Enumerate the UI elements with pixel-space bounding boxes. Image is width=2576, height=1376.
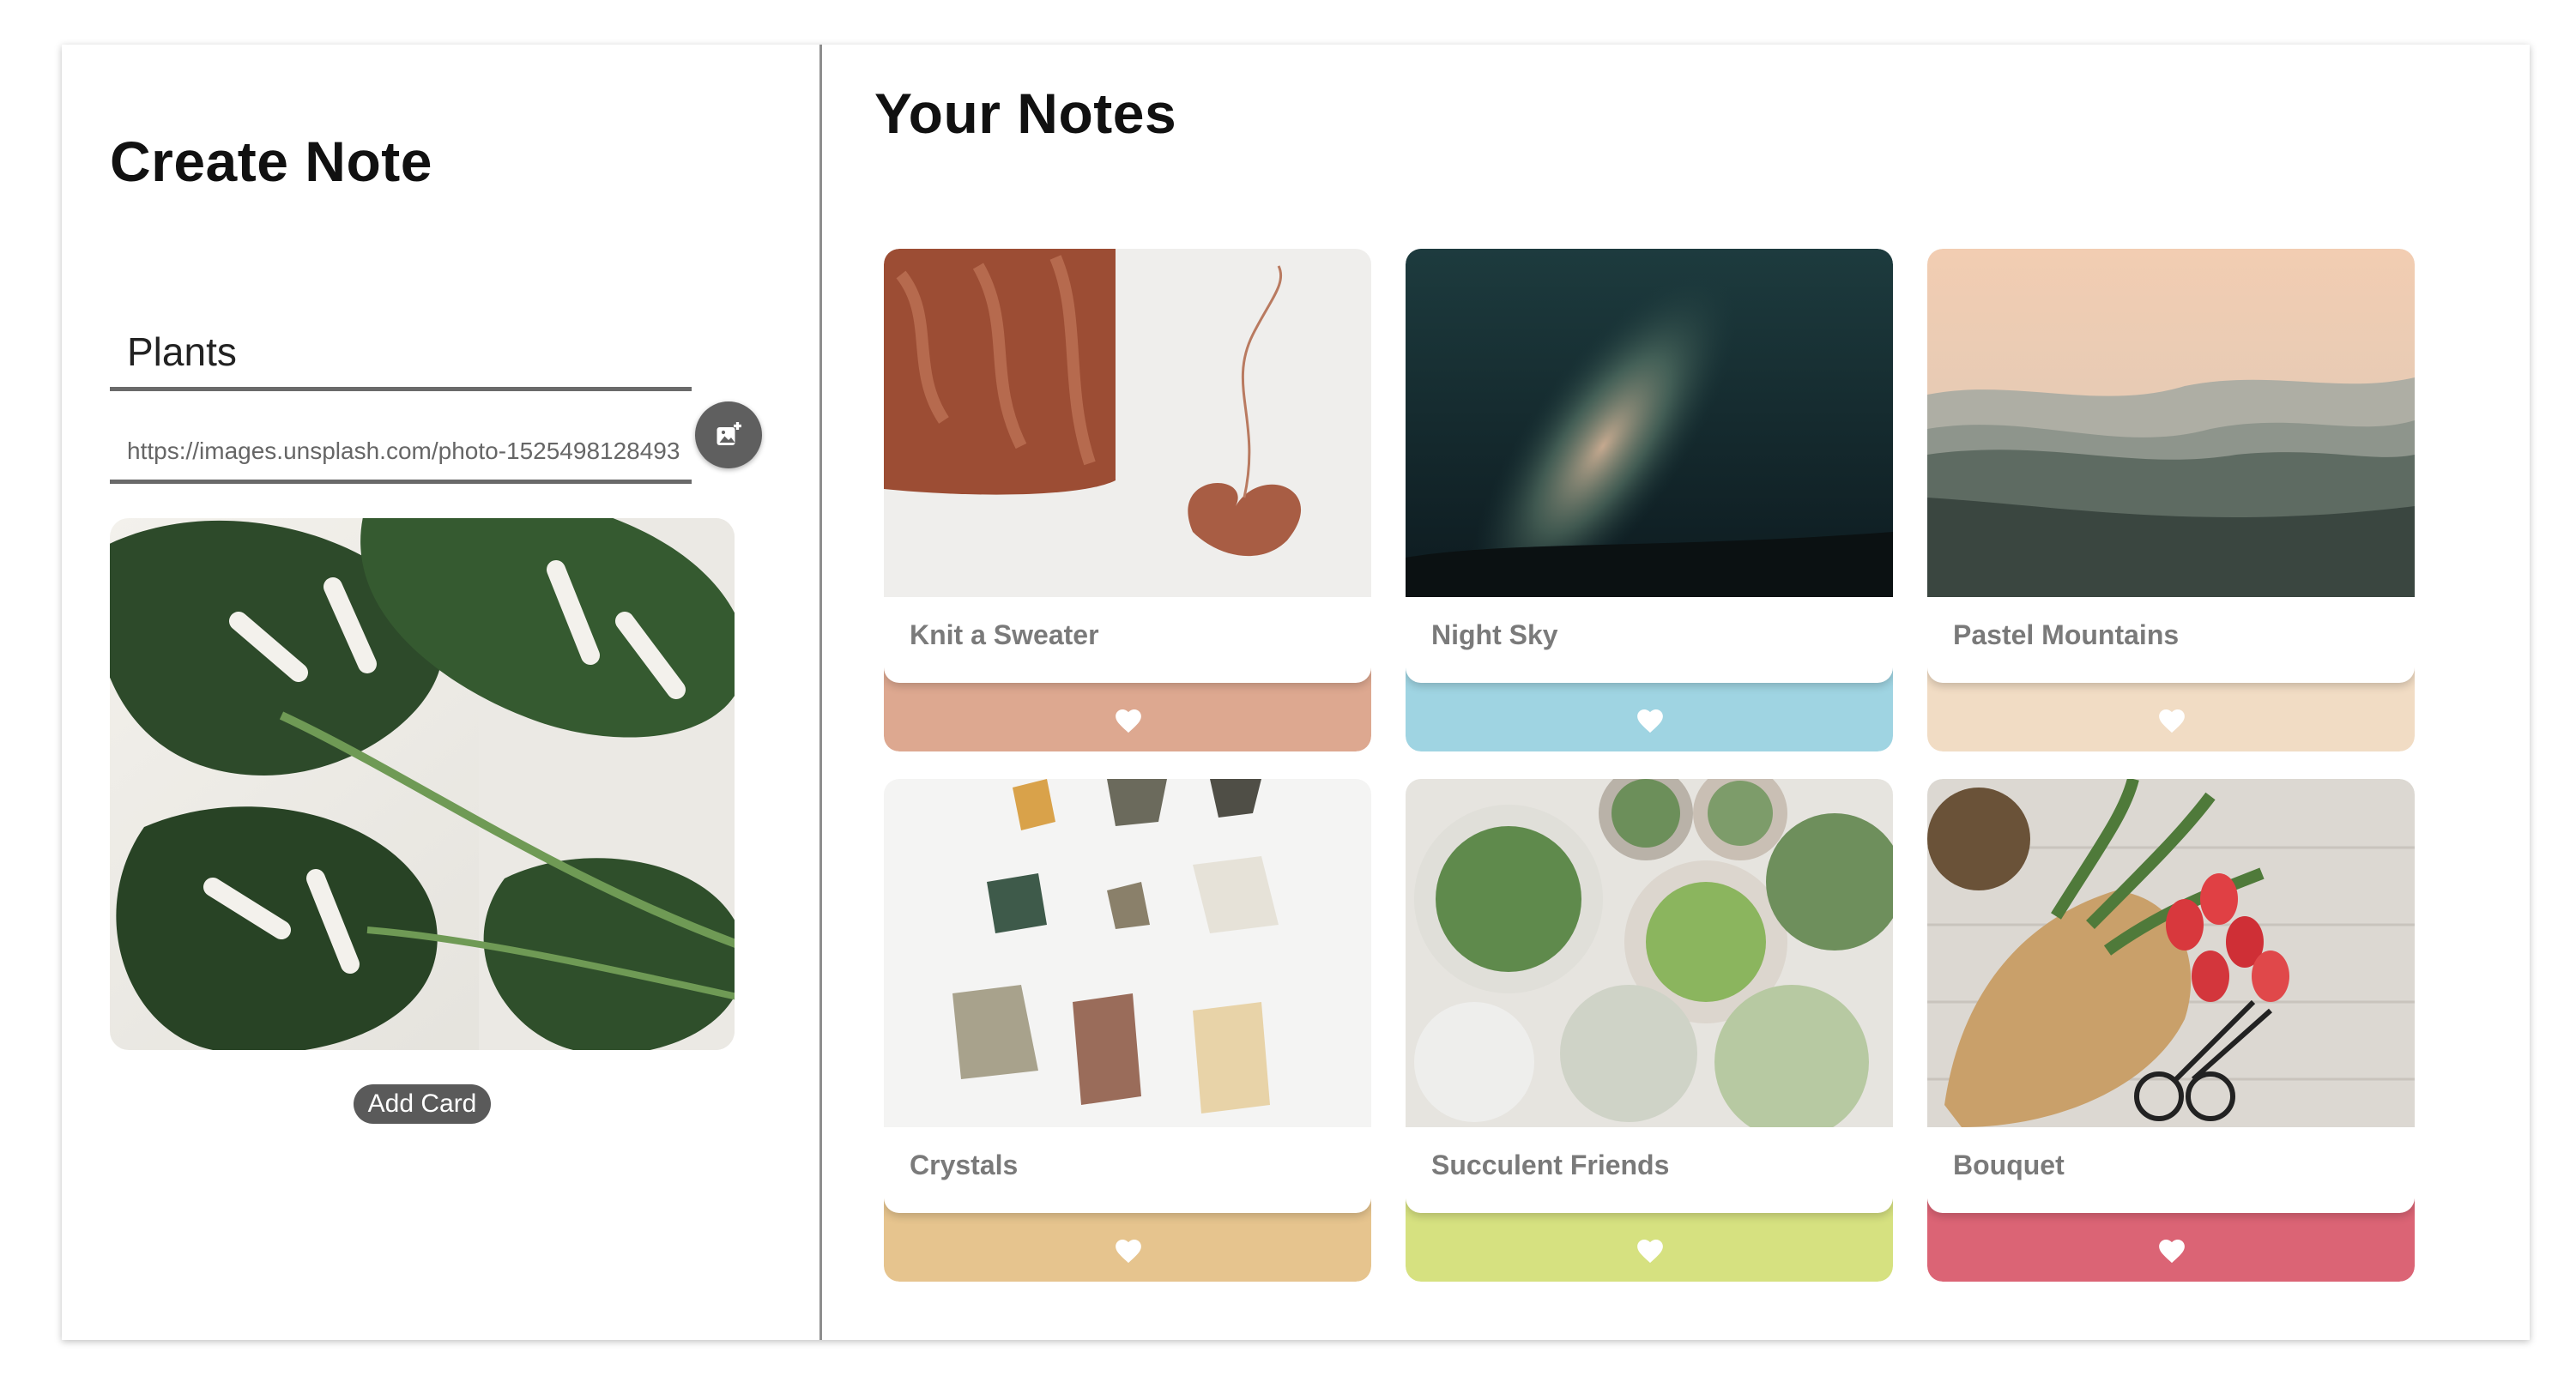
note-label: Night Sky [1431,619,1558,650]
create-note-panel: Create Note Plants https://images.unspla… [62,45,822,1340]
note-card[interactable]: Knit a Sweater [884,249,1371,751]
note-card-body: Bouquet [1927,779,2415,1213]
heart-icon[interactable] [1636,1237,1665,1264]
note-label: Bouquet [1953,1150,2065,1180]
create-note-title: Create Note [110,130,432,193]
note-card-body: Knit a Sweater [884,249,1371,683]
note-card-body: Night Sky [1406,249,1893,683]
heart-icon[interactable] [2157,1237,2186,1264]
note-label: Crystals [910,1150,1019,1180]
note-label: Pastel Mountains [1953,619,2180,650]
heart-icon[interactable] [2157,707,2186,734]
note-image [1406,249,1893,597]
note-image [884,249,1371,597]
note-card-body: Pastel Mountains [1927,249,2415,683]
heart-icon[interactable] [1114,707,1143,734]
note-card[interactable]: Night Sky [1406,249,1893,751]
note-title-input[interactable] [110,316,692,391]
heart-icon[interactable] [1114,1237,1143,1264]
note-card-body: Succulent Friends [1406,779,1893,1213]
note-label: Knit a Sweater [910,619,1099,650]
note-card-body: Crystals [884,779,1371,1213]
notes-panel: Your Notes Knit a Sweater Night Sky Past… [825,45,2530,1340]
note-image [1927,779,2415,1127]
add-image-button[interactable] [695,401,762,468]
image-url-input[interactable] [110,422,692,484]
notes-app: Create Note Plants https://images.unspla… [62,45,2530,1340]
note-card[interactable]: Pastel Mountains [1927,249,2415,751]
note-card[interactable]: Succulent Friends [1406,779,1893,1282]
note-image [1406,779,1893,1127]
notes-title: Your Notes [874,81,1177,145]
heart-icon[interactable] [1636,707,1665,734]
note-card[interactable]: Bouquet [1927,779,2415,1282]
note-card[interactable]: Crystals [884,779,1371,1282]
note-label: Succulent Friends [1431,1150,1670,1180]
note-image [884,779,1371,1127]
image-preview [110,518,735,1050]
note-image [1927,249,2415,597]
add-photo-icon [717,422,741,445]
add-card-button[interactable]: Add Card [354,1084,491,1124]
